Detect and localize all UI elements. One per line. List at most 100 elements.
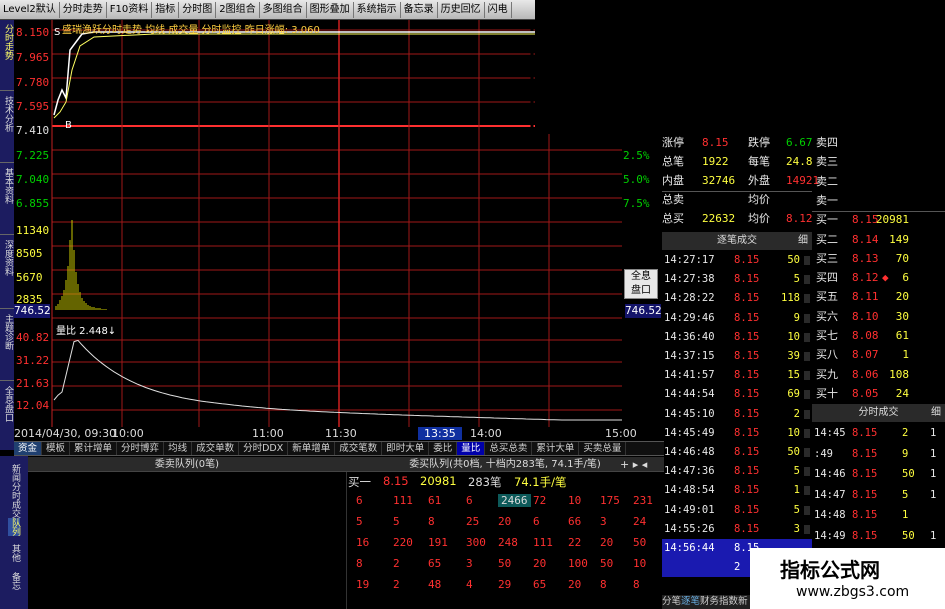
toolbar-item-intraday[interactable]: 分时走势 [60, 1, 107, 18]
trade-row[interactable]: 14:47:36 8.15 5 [662, 462, 812, 481]
trade-list[interactable]: 14:27:17 8.15 50 14:27:38 8.15 5 14:28:22 8.15 1… [662, 251, 812, 595]
book-row[interactable]: 卖一 [812, 192, 945, 210]
toolbar-item-flash[interactable]: 闪电 [485, 1, 512, 18]
side-tab-deep[interactable]: 深度资料 [1, 240, 13, 276]
trade-tab[interactable]: 指数 [719, 596, 738, 607]
book-row[interactable]: 买十 8.05 24 [812, 385, 945, 403]
toolbar-item-level2[interactable]: Level2默认 [0, 1, 60, 18]
tick2-row[interactable]: 14:49 8.15 50 1 [812, 527, 945, 546]
book-row[interactable]: 买三 8.13 70 [812, 250, 945, 268]
trade-tab[interactable]: 新 [738, 596, 748, 607]
toolbar-item-2chart[interactable]: 2图组合 [216, 1, 260, 18]
bottom-side-tab-news[interactable]: 新闻 [8, 464, 20, 482]
trade-row[interactable]: 14:55:26 8.15 3 [662, 520, 812, 539]
bottom-tab[interactable]: 模板 [42, 442, 71, 455]
bottom-tab[interactable]: 分时博弈 [117, 442, 165, 455]
trade-row[interactable]: 14:37:15 8.15 39 [662, 347, 812, 366]
toolbar-item-indicator[interactable]: 指标 [152, 1, 180, 18]
queue-cell: 111 [533, 536, 553, 549]
book-row[interactable]: 买九 8.06 108 [812, 366, 945, 384]
book-row[interactable]: 买六 8.10 30 [812, 308, 945, 326]
trade-row[interactable]: 14:45:10 8.15 2 [662, 405, 812, 424]
time-label: 2014/04/30, 09:30 [14, 427, 117, 440]
summary-vol: 20981 [420, 474, 457, 488]
tick2-row[interactable]: 14:46 8.15 50 1 [812, 465, 945, 484]
trade-detail-button[interactable]: 细 [798, 232, 808, 250]
tick2-detail-button[interactable]: 细 [931, 404, 941, 422]
intraday-chart[interactable] [14, 20, 622, 428]
trade-row[interactable]: 14:28:22 8.15 118 [662, 289, 812, 308]
ratio-label: 21.63 [16, 377, 50, 390]
toolbar-item-multichart[interactable]: 多图组合 [260, 1, 307, 18]
toolbar-item-timechart[interactable]: 分时图 [179, 1, 217, 18]
side-tab-intraday[interactable]: 分时走势 [1, 24, 13, 60]
trade-row[interactable]: 14:46:48 8.15 50 [662, 443, 812, 462]
bottom-tab[interactable]: 累计大单 [532, 442, 580, 455]
tick2-row[interactable]: 14:47 8.15 5 1 [812, 486, 945, 505]
trade-row[interactable]: 14:36:40 8.15 10 [662, 328, 812, 347]
side-tab-fullinfo[interactable]: 全息盘口 [1, 386, 13, 422]
bottom-tab[interactable]: 分时DDX [239, 442, 289, 455]
bottom-side-tab-other[interactable]: 其他 [8, 544, 20, 562]
price-label: 7.410 [16, 124, 50, 137]
trade-row[interactable]: 14:27:38 8.15 5 [662, 270, 812, 289]
book-row[interactable]: 买五 8.11 20 [812, 288, 945, 306]
book-row[interactable]: 卖三 [812, 153, 945, 171]
bottom-side-tab-queue[interactable]: 队列 [8, 518, 20, 536]
bottom-tab[interactable]: 资金 [14, 442, 43, 455]
queue-cell: 50 [600, 557, 614, 570]
bottom-tab[interactable]: 成交单数 [192, 442, 240, 455]
toolbar-item-history[interactable]: 历史回忆 [438, 1, 485, 18]
side-tab-technical[interactable]: 技术分析 [1, 96, 13, 132]
tick2-row[interactable]: 14:48 8.15 1 [812, 506, 945, 525]
side-tab-diagnose[interactable]: 主题诊断 [1, 314, 13, 350]
bottom-side-tab-memo[interactable]: 备忘 [8, 572, 20, 590]
bottom-tab[interactable]: 即时大单 [382, 442, 430, 455]
expand-icon[interactable]: + ▸ ◂ [620, 458, 647, 471]
book-row[interactable]: 买二 8.14 149 [812, 231, 945, 249]
tick2-list[interactable]: 14:45 8.15 2 1 :49 8.15 9 1 14:46 8.15 50 1 14:47 8.1… [812, 424, 945, 548]
toolbar-item-f10[interactable]: F10资料 [107, 1, 153, 18]
trade-row[interactable]: 14:45:49 8.15 10 [662, 424, 812, 443]
bottom-tab[interactable]: 累计增单 [70, 442, 118, 455]
tick2-cell: 1 [930, 468, 937, 480]
tick2-cell: 1 [902, 509, 909, 521]
vol-marker-right: 746.52 [625, 304, 662, 318]
book-row[interactable]: 买一 8.15 20981 [812, 211, 945, 229]
bottom-tab[interactable]: 新单增单 [288, 442, 336, 455]
tick2-row[interactable]: 14:45 8.15 2 1 [812, 424, 945, 443]
bottom-tab[interactable]: 委比 [429, 442, 458, 455]
queue-cell: 10 [633, 557, 647, 570]
tick2-cell: 14:48 [814, 509, 846, 521]
fullinfo-badge[interactable]: 全息 盘口 [624, 269, 658, 299]
trade-tab[interactable]: 财务 [700, 596, 719, 607]
toolbar-item-overlay[interactable]: 图形叠加 [307, 1, 354, 18]
book-row[interactable]: 买七 8.08 61 [812, 327, 945, 345]
toolbar-item-system[interactable]: 系统指示 [354, 1, 401, 18]
queue-cell: 22 [568, 536, 582, 549]
book-row[interactable]: 买四 8.12 ◆ 6 [812, 269, 945, 287]
bottom-side-tab-trades[interactable]: 分时成交 [8, 482, 20, 518]
side-tab-basic[interactable]: 基本资料 [1, 168, 13, 204]
time-label: 11:30 [325, 427, 357, 440]
trade-row[interactable]: 14:27:17 8.15 50 [662, 251, 812, 270]
trade-marker [804, 505, 810, 515]
bottom-tab-selected[interactable]: 量比 [457, 442, 486, 455]
bottom-tab[interactable]: 均线 [164, 442, 193, 455]
book-row[interactable]: 卖二 [812, 173, 945, 191]
bottom-tab[interactable]: 买卖总量 [579, 442, 627, 455]
trade-row[interactable]: 14:49:01 8.15 5 [662, 501, 812, 520]
trade-row[interactable]: 14:41:57 8.15 15 [662, 366, 812, 385]
trade-row[interactable]: 14:29:46 8.15 9 [662, 309, 812, 328]
bottom-tab[interactable]: 总买总卖 [485, 442, 533, 455]
trade-row[interactable]: 14:44:54 8.15 69 [662, 385, 812, 404]
trade-tab[interactable]: 分笔 [662, 596, 681, 607]
bottom-tab[interactable]: 成交笔数 [335, 442, 383, 455]
toolbar-item-memo[interactable]: 备忘录 [401, 1, 438, 18]
trade-tab[interactable]: 逐笔 [681, 596, 700, 607]
trade-row[interactable]: 14:48:54 8.15 1 [662, 481, 812, 500]
book-row[interactable]: 买八 8.07 1 [812, 346, 945, 364]
tick2-row[interactable]: :49 8.15 9 1 [812, 445, 945, 464]
stats-panel: 涨停 8.15 跌停 6.67 总笔 1922 每笔 24.8 内盘 32746 外盘 14921 总卖… [662, 134, 819, 230]
book-row[interactable]: 卖四 [812, 134, 945, 152]
